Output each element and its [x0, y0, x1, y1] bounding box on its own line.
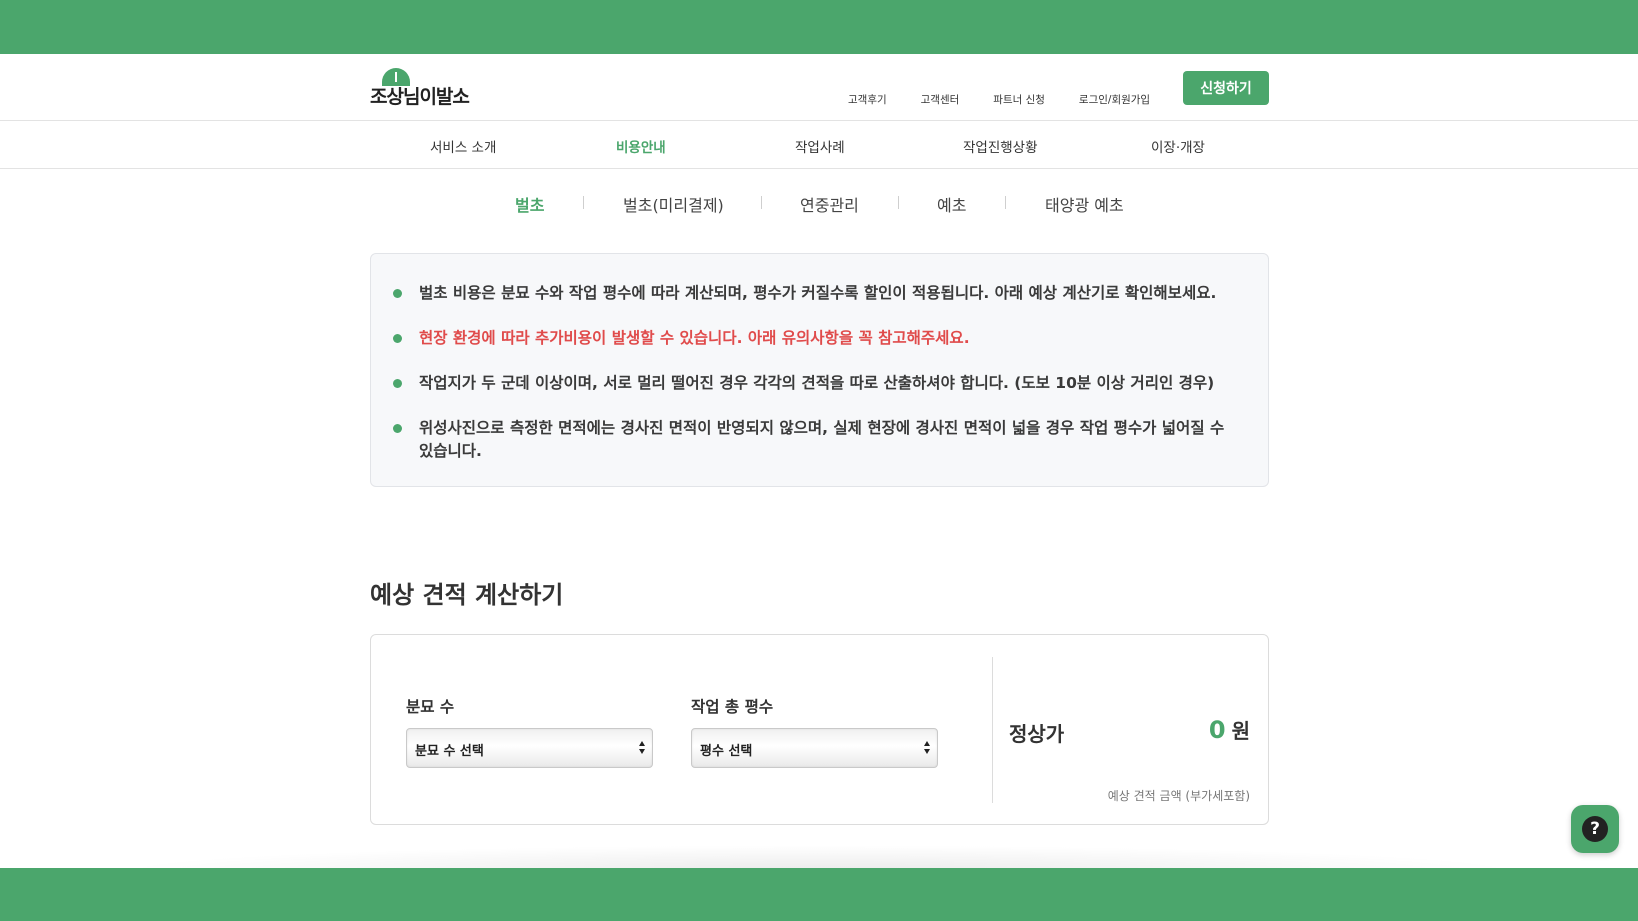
calculator-box: 분묘 수 분묘 수 선택 작업 총 평수 평수 선택 정상가 0원 예상 견적 …: [370, 634, 1269, 825]
nav-item-pricing[interactable]: 비용안내: [616, 136, 666, 156]
logo-text: 조상님이발소: [370, 86, 470, 108]
tab-divider: [583, 196, 584, 209]
tab-divider: [761, 196, 762, 209]
notice-box: 벌초 비용은 분묘 수와 작업 평수에 따라 계산되며, 평수가 커질수록 할인…: [370, 253, 1269, 487]
notice-item-warning: 현장 환경에 따라 추가비용이 발생할 수 있습니다. 아래 유의사항을 꼭 참…: [419, 329, 970, 347]
tab-yearly-care[interactable]: 연중관리: [800, 192, 859, 216]
bullet-dot: [393, 379, 402, 388]
area-select[interactable]: 평수 선택: [691, 728, 938, 768]
util-link-partner[interactable]: 파트너 신청: [993, 92, 1045, 107]
price-note: 예상 견적 금액 (부가세포함): [1107, 789, 1250, 803]
bullet-dot: [393, 334, 402, 343]
util-link-reviews[interactable]: 고객후기: [848, 92, 887, 107]
price-label: 정상가: [1009, 722, 1065, 746]
select-arrows-icon: [924, 741, 931, 755]
price-display: 0원: [1209, 715, 1250, 744]
util-link-login[interactable]: 로그인/회원가입: [1079, 92, 1150, 107]
area-label: 작업 총 평수: [691, 698, 774, 716]
utility-links: 고객후기 고객센터 파트너 신청 로그인/회원가입: [848, 92, 1184, 107]
graves-select-value: 분묘 수 선택: [415, 744, 484, 759]
tab-beolcho[interactable]: 벌초: [515, 192, 544, 216]
nav-item-progress[interactable]: 작업진행상황: [963, 136, 1038, 156]
nav-item-relocation[interactable]: 이장·개장: [1151, 136, 1205, 156]
bullet-dot: [393, 424, 402, 433]
question-icon: ?: [1582, 816, 1608, 842]
bottom-banner: [0, 868, 1638, 921]
tab-divider: [1005, 196, 1006, 209]
graves-select[interactable]: 분묘 수 선택: [406, 728, 653, 768]
notice-item: 벌초 비용은 분묘 수와 작업 평수에 따라 계산되며, 평수가 커질수록 할인…: [419, 284, 1217, 302]
notice-item: 작업지가 두 군데 이상이며, 서로 멀리 떨어진 경우 각각의 견적을 따로 …: [419, 374, 1215, 392]
calculator-divider: [992, 657, 993, 803]
help-button[interactable]: ?: [1571, 805, 1619, 853]
price-unit: 원: [1231, 719, 1250, 743]
top-banner: [0, 0, 1638, 54]
area-select-value: 평수 선택: [700, 744, 753, 759]
calculator-title: 예상 견적 계산하기: [370, 581, 564, 609]
nav-item-cases[interactable]: 작업사례: [795, 136, 845, 156]
tab-beolcho-prepaid[interactable]: 벌초(미리결제): [623, 192, 724, 216]
main-nav: 서비스 소개 비용안내 작업사례 작업진행상황 이장·개장: [0, 122, 1638, 169]
graves-label: 분묘 수: [406, 698, 455, 716]
select-arrows-icon: [639, 741, 646, 755]
notice-item: 위성사진으로 측정한 면적에는 경사진 면적이 반영되지 않으며, 실제 현장에…: [419, 419, 1225, 460]
bullet-dot: [393, 289, 402, 298]
tab-divider: [898, 196, 899, 209]
tab-solar-mowing[interactable]: 태양광 예초: [1045, 192, 1124, 216]
sub-tabs: 벌초 벌초(미리결제) 연중관리 예초 태양광 예초: [0, 192, 1638, 216]
util-link-support[interactable]: 고객센터: [921, 92, 960, 107]
site-header: 조상님이발소 고객후기 고객센터 파트너 신청 로그인/회원가입 신청하기: [0, 54, 1638, 121]
tab-mowing[interactable]: 예초: [937, 192, 966, 216]
nav-item-service-intro[interactable]: 서비스 소개: [430, 136, 496, 156]
site-logo[interactable]: 조상님이발소: [370, 68, 470, 108]
price-value: 0: [1208, 716, 1226, 744]
apply-button[interactable]: 신청하기: [1183, 71, 1269, 105]
